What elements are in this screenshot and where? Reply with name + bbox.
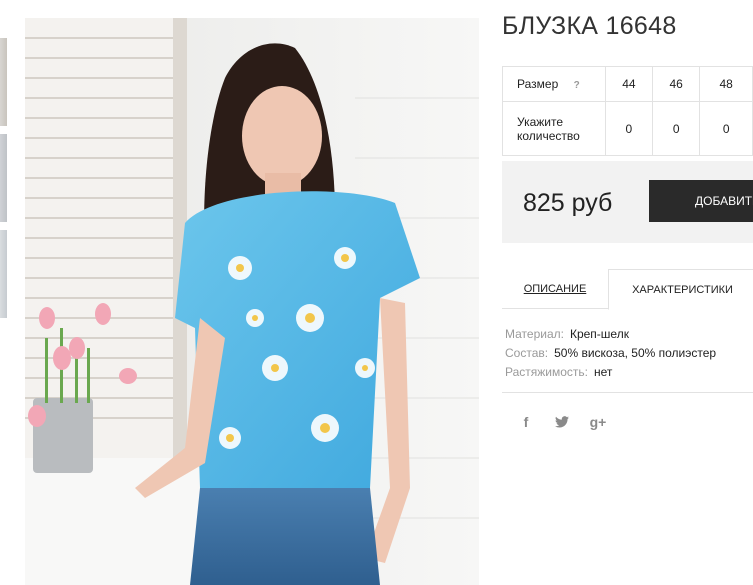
quantity-label-cell: Укажите количество	[502, 101, 606, 156]
characteristic-value: 50% вискоза, 50% полиэстер	[554, 346, 717, 360]
product-thumbnail[interactable]	[0, 38, 7, 126]
size-quantity-table: Размер ? 44 46 48 Укажите количество 0 0…	[502, 66, 753, 156]
add-to-cart-label: ДОБАВИТЬ В КОРЗИНУ	[695, 194, 753, 208]
twitter-bird-glyph	[555, 416, 569, 428]
help-icon[interactable]: ?	[574, 79, 586, 91]
product-photo[interactable]	[25, 18, 479, 585]
size-row: Размер ? 44 46 48	[502, 66, 753, 102]
tab-characteristics[interactable]: ХАРАКТЕРИСТИКИ	[608, 269, 753, 310]
characteristic-key: Состав:	[505, 346, 549, 360]
size-option[interactable]: 44	[604, 66, 654, 102]
price-box: 825 руб ДОБАВИТЬ В КОРЗИНУ	[502, 161, 753, 243]
product-title: БЛУЗКА 16648	[502, 12, 677, 40]
product-tabs: ОПИСАНИЕ ХАРАКТЕРИСТИКИ	[502, 269, 753, 310]
size-option[interactable]: 48	[699, 66, 753, 102]
characteristic-value: нет	[594, 365, 613, 379]
quantity-field[interactable]: 0	[604, 101, 654, 156]
characteristics-list: Материал: Креп-шелк Состав: 50% вискоза, 5…	[505, 325, 716, 382]
add-to-cart-button[interactable]: ДОБАВИТЬ В КОРЗИНУ	[649, 180, 753, 222]
product-thumbnail[interactable]	[0, 134, 7, 222]
characteristic-row: Растяжимость: нет	[505, 363, 716, 382]
quantity-field[interactable]: 0	[652, 101, 701, 156]
google-plus-icon[interactable]: g+	[589, 413, 607, 431]
tab-description[interactable]: ОПИСАНИЕ	[502, 269, 608, 309]
quantity-label-line1: Укажите	[517, 114, 564, 129]
thumbnail-strip	[0, 38, 7, 326]
facebook-icon[interactable]: f	[517, 413, 535, 431]
characteristic-key: Растяжимость:	[505, 365, 589, 379]
size-label: Размер	[517, 77, 559, 91]
size-label-cell: Размер ?	[502, 66, 606, 102]
quantity-label-line2: количество	[517, 128, 580, 143]
characteristic-key: Материал:	[505, 327, 564, 341]
product-price: 825 руб	[523, 189, 613, 217]
product-thumbnail[interactable]	[0, 230, 7, 318]
social-share: f g+	[517, 413, 607, 431]
characteristic-row: Состав: 50% вискоза, 50% полиэстер	[505, 344, 716, 363]
characteristic-row: Материал: Креп-шелк	[505, 325, 716, 344]
size-option[interactable]: 46	[652, 66, 701, 102]
quantity-field[interactable]: 0	[699, 101, 753, 156]
quantity-row: Укажите количество 0 0 0	[502, 101, 753, 156]
product-photo-illustration	[25, 18, 479, 585]
twitter-icon[interactable]	[553, 413, 571, 431]
section-divider	[502, 392, 753, 393]
characteristic-value: Креп-шелк	[569, 327, 629, 341]
